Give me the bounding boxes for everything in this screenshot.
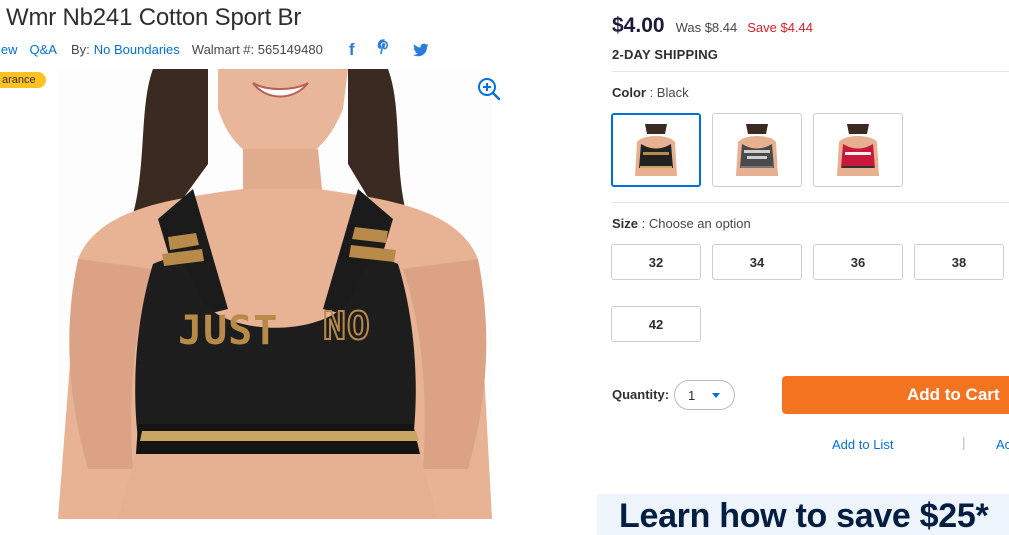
size-option[interactable]: 34 <box>712 244 802 280</box>
share-icons: f <box>349 39 429 60</box>
current-price: $4.00 <box>612 14 665 37</box>
link-separator: | <box>962 434 966 450</box>
reviews-link[interactable]: iew <box>0 42 18 57</box>
size-placeholder: Choose an option <box>648 216 751 231</box>
facebook-icon[interactable]: f <box>349 40 355 60</box>
color-swatch-black[interactable] <box>611 113 701 187</box>
by-label: By: <box>70 42 90 57</box>
color-swatch-gray[interactable] <box>712 113 802 187</box>
color-label: Color : Black <box>612 85 689 100</box>
size-option[interactable]: 38 <box>914 244 1004 280</box>
size-option[interactable]: 42 <box>611 306 701 342</box>
brand-link[interactable]: No Boundaries <box>94 42 180 57</box>
product-title: Wmr Nb241 Cotton Sport Br <box>6 4 302 31</box>
bra-print-text: JUST <box>178 308 278 354</box>
size-label: Size : Choose an option <box>612 216 751 231</box>
zoom-icon[interactable] <box>476 76 502 102</box>
product-meta-row: iew Q&A By: No Boundaries Walmart #: 565… <box>0 39 429 60</box>
savings: Save $4.44 <box>747 20 814 35</box>
was-price: Was $8.44 <box>675 20 738 35</box>
clearance-badge: arance <box>0 72 46 88</box>
chevron-down-icon <box>712 393 720 398</box>
product-image[interactable]: JUST NO <box>58 69 492 519</box>
color-selected-value: Black <box>656 85 689 100</box>
twitter-icon[interactable] <box>412 43 429 57</box>
walmart-number: Walmart #: 565149480 <box>191 42 323 57</box>
add-to-cart-button[interactable]: Add to Cart <box>782 376 1009 414</box>
qa-link[interactable]: Q&A <box>30 42 57 57</box>
quantity-label: Quantity: <box>612 387 670 402</box>
pinterest-icon[interactable] <box>377 39 391 60</box>
shipping-label: 2-DAY SHIPPING <box>612 47 719 62</box>
svg-text:NO: NO <box>323 304 371 348</box>
price-block: $4.00 Was $8.44 Save $4.44 <box>612 14 813 38</box>
color-swatches <box>611 113 903 187</box>
divider <box>612 202 1009 203</box>
add-to-registry-link[interactable]: Ac <box>996 437 1009 452</box>
promo-banner[interactable]: Learn how to save $25* <box>597 494 1009 535</box>
promo-text: Learn how to save $25* <box>619 497 989 535</box>
add-to-list-link[interactable]: Add to List <box>832 437 893 452</box>
size-option[interactable]: 36 <box>813 244 903 280</box>
size-option[interactable]: 32 <box>611 244 701 280</box>
divider <box>612 71 1009 72</box>
quantity-value: 1 <box>688 387 696 403</box>
quantity-select[interactable]: 1 <box>674 380 735 410</box>
size-options: 32 34 36 38 42 <box>611 244 1009 342</box>
color-swatch-red[interactable] <box>813 113 903 187</box>
